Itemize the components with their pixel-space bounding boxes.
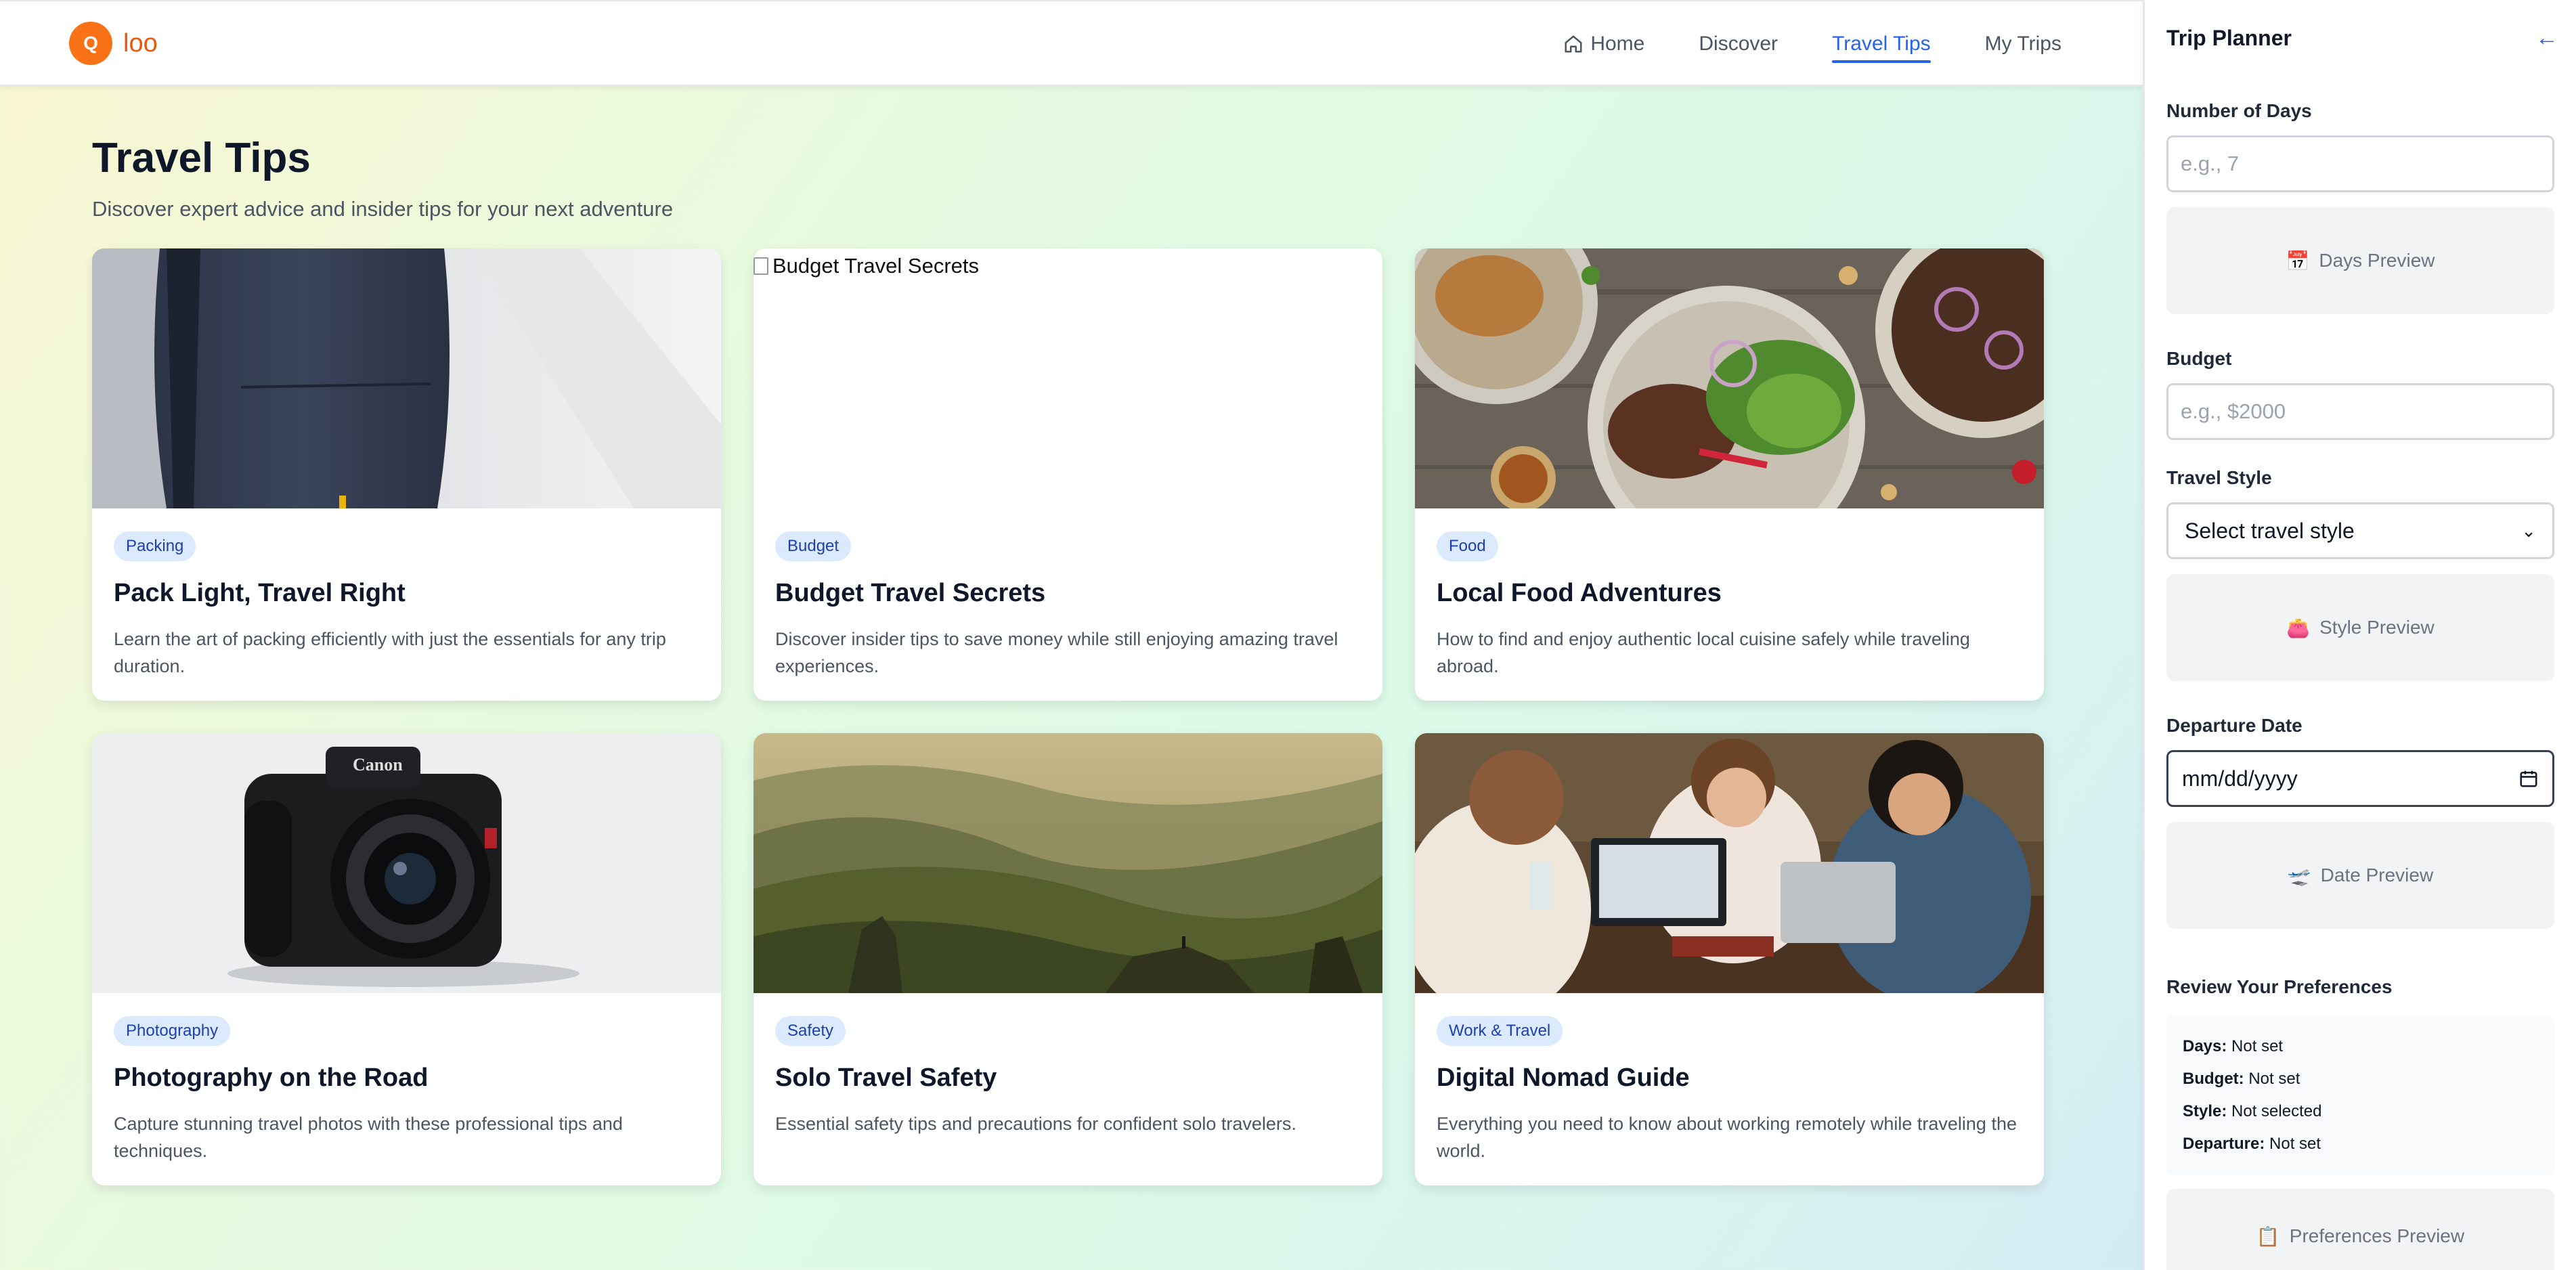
clipboard-icon: 📋 [2256, 1225, 2280, 1247]
chevron-down-icon: ⌄ [2521, 520, 2536, 541]
review-summary: Days: Not set Budget: Not set Style: Not… [2166, 1015, 2554, 1175]
nav-travel-tips-label: Travel Tips [1832, 32, 1931, 55]
card-title: Solo Travel Safety [775, 1064, 997, 1092]
tag-photography: Photography [114, 1016, 231, 1046]
review-title: Review Your Preferences [2166, 976, 2393, 997]
tip-card-packing[interactable]: Packing Pack Light, Travel Right Learn t… [92, 248, 721, 701]
tip-card-budget[interactable]: Budget Travel Secrets Budget Budget Trav… [754, 248, 1382, 701]
card-image-food [1415, 248, 2044, 508]
review-row-budget: Budget: Not set [2183, 1070, 2300, 1088]
tip-card-food[interactable]: Food Local Food Adventures How to find a… [1415, 248, 2044, 701]
days-label: Number of Days [2166, 100, 2312, 121]
brand-logo: Q [69, 22, 112, 65]
tag-safety: Safety [775, 1016, 846, 1046]
card-title: Digital Nomad Guide [1437, 1064, 1690, 1092]
tip-card-safety[interactable]: Safety Solo Travel Safety Essential safe… [754, 733, 1382, 1185]
card-desc: How to find and enjoy authentic local cu… [1437, 629, 1970, 676]
card-image-nomads [1415, 733, 2044, 993]
date-preview-label: Date Preview [2320, 864, 2434, 885]
card-title: Photography on the Road [114, 1064, 429, 1092]
page-title: Travel Tips [92, 135, 311, 181]
card-image-backpack [92, 248, 721, 508]
calendar-icon: 📅 [2286, 250, 2310, 271]
days-preview-label: Days Preview [2319, 250, 2435, 271]
page-subtitle: Discover expert advice and insider tips … [92, 197, 674, 221]
days-input[interactable] [2166, 135, 2554, 192]
preferences-preview: 📋 Preferences Preview [2166, 1189, 2554, 1270]
card-image-mountains [754, 733, 1382, 993]
date-preview: 🛫 Date Preview [2166, 822, 2554, 929]
card-desc: Essential safety tips and precautions fo… [775, 1114, 1296, 1134]
card-image-broken: Budget Travel Secrets [754, 248, 1382, 508]
nav-travel-tips[interactable]: Travel Tips [1832, 1, 1931, 86]
nav-discover[interactable]: Discover [1699, 1, 1778, 86]
tip-card-work-travel[interactable]: Work & Travel Digital Nomad Guide Everyt… [1415, 733, 2044, 1185]
card-title: Budget Travel Secrets [775, 579, 1046, 607]
review-row-departure: Departure: Not set [2183, 1135, 2321, 1153]
budget-input[interactable] [2166, 383, 2554, 440]
image-alt-label: Budget Travel Secrets [772, 254, 979, 278]
departure-date-input[interactable]: mm/dd/yyyy [2166, 750, 2554, 807]
sidebar-header: Trip Planner ← [2166, 0, 2558, 76]
travel-style-select[interactable]: Select travel style ⌄ [2166, 502, 2554, 559]
style-preview-label: Style Preview [2319, 617, 2435, 638]
style-preview: 👛 Style Preview [2166, 574, 2554, 681]
tag-packing: Packing [114, 531, 196, 561]
brand[interactable]: Q loo [69, 22, 158, 65]
brand-name: loo [123, 28, 158, 58]
main-content: Travel Tips Discover expert advice and i… [92, 87, 2046, 1185]
top-navbar: Q loo Home Discover Travel Tips My Trips [0, 0, 2143, 87]
tips-grid: Packing Pack Light, Travel Right Learn t… [92, 248, 2046, 1185]
purse-icon: 👛 [2286, 617, 2311, 638]
sidebar-title: Trip Planner [2166, 25, 2292, 50]
nav-my-trips[interactable]: My Trips [1985, 1, 2061, 86]
style-label: Travel Style [2166, 467, 2272, 488]
broken-image-icon [754, 257, 768, 275]
tag-food: Food [1437, 531, 1498, 561]
collapse-arrow-icon[interactable]: ← [2535, 25, 2558, 51]
preferences-preview-label: Preferences Preview [2289, 1225, 2465, 1246]
trip-planner-sidebar: Trip Planner ← Number of Days 📅 Days Pre… [2143, 0, 2576, 1270]
departure-label: Departure Date [2166, 715, 2302, 736]
tag-budget: Budget [775, 531, 852, 561]
days-preview: 📅 Days Preview [2166, 207, 2554, 314]
svg-text:Canon: Canon [353, 755, 403, 774]
nav-discover-label: Discover [1699, 32, 1778, 55]
main-nav: Home Discover Travel Tips My Trips [1563, 1, 2061, 86]
review-row-style: Style: Not selected [2183, 1102, 2322, 1120]
review-row-days: Days: Not set [2183, 1037, 2284, 1055]
card-title: Pack Light, Travel Right [114, 579, 406, 607]
travel-style-selected: Select travel style [2185, 518, 2355, 543]
airplane-departure-icon: 🛫 [2287, 864, 2311, 886]
tip-card-photography[interactable]: Canon Photography Photography on the Roa… [92, 733, 721, 1185]
calendar-picker-icon[interactable] [2518, 768, 2539, 789]
card-desc: Discover insider tips to save money whil… [775, 629, 1338, 676]
nav-home[interactable]: Home [1563, 1, 1644, 86]
card-desc: Learn the art of packing efficiently wit… [114, 629, 666, 676]
departure-date-value: mm/dd/yyyy [2182, 766, 2298, 791]
card-title: Local Food Adventures [1437, 579, 1722, 607]
image-alt-text: Budget Travel Secrets [754, 254, 979, 278]
card-desc: Everything you need to know about workin… [1437, 1114, 2017, 1161]
nav-home-label: Home [1590, 32, 1645, 55]
nav-my-trips-label: My Trips [1984, 32, 2061, 55]
card-desc: Capture stunning travel photos with thes… [114, 1114, 623, 1161]
home-icon [1565, 35, 1582, 52]
budget-label: Budget [2166, 348, 2232, 369]
tag-work-travel: Work & Travel [1437, 1016, 1563, 1046]
card-image-camera: Canon [92, 733, 721, 993]
